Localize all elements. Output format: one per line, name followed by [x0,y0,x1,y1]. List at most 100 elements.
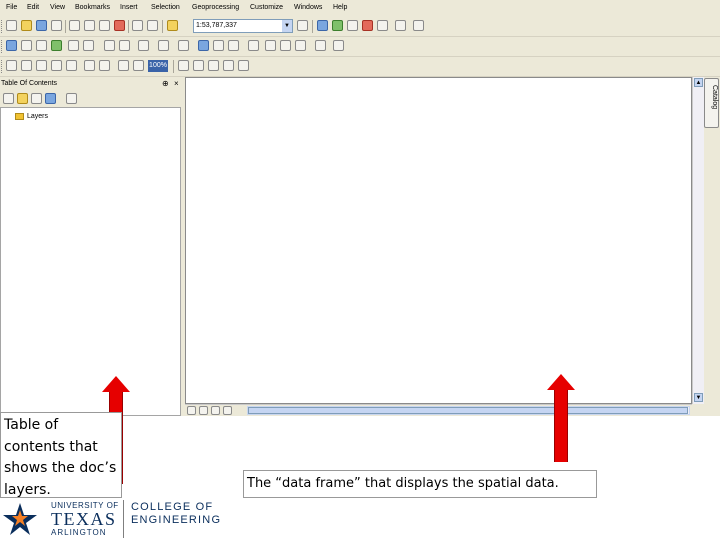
find-icon[interactable] [248,40,259,51]
measure-icon[interactable] [265,40,276,51]
find-route-icon[interactable] [280,40,291,51]
zoom-out-icon[interactable] [21,40,32,51]
list-by-source-icon[interactable] [17,93,28,104]
data-driven-pages-icon[interactable] [238,60,249,71]
zoom-in-icon[interactable] [6,40,17,51]
horizontal-scrollbar[interactable] [247,406,690,415]
delete-icon[interactable] [114,20,125,31]
list-by-drawing-order-icon[interactable] [3,93,14,104]
focus-data-frame-icon[interactable] [208,60,219,71]
new-document-icon[interactable] [6,20,17,31]
select-features-icon[interactable] [138,40,149,51]
cut-icon[interactable] [69,20,80,31]
add-data-icon[interactable] [167,20,178,31]
horizontal-scroll-thumb[interactable] [248,407,688,414]
print-icon[interactable] [51,20,62,31]
data-frame[interactable] [185,77,692,404]
layout-zoom-in-icon[interactable] [6,60,17,71]
catalog-window-icon[interactable] [332,20,343,31]
toc-panel: Layers [0,107,181,416]
tools-toolbar [0,37,720,57]
save-icon[interactable] [36,20,47,31]
scroll-down-icon[interactable]: ▼ [694,393,703,402]
menu-selection[interactable]: Selection [151,4,180,11]
zoom-dropdown-icon[interactable] [178,60,189,71]
fixed-zoom-out-icon[interactable] [83,40,94,51]
select-elements-icon[interactable] [178,40,189,51]
map-scale-value: 1:53,787,337 [196,22,237,29]
arctoolbox-icon[interactable] [362,20,373,31]
search-window-icon[interactable] [347,20,358,31]
undo-icon[interactable] [132,20,143,31]
texas-text: TEXAS [51,509,117,529]
college-of-engineering: COLLEGE OF ENGINEERING [131,501,221,527]
open-icon[interactable] [21,20,32,31]
zoom-whole-page-icon[interactable] [51,60,62,71]
arcmap-window: File Edit View Bookmarks Insert Selectio… [0,0,720,416]
hyperlink-icon[interactable] [213,40,224,51]
identify-icon[interactable] [198,40,209,51]
chevron-down-icon[interactable]: ▼ [282,20,292,32]
menu-customize[interactable]: Customize [250,4,283,11]
model-builder-icon[interactable] [395,20,406,31]
data-view-icon[interactable] [187,406,196,415]
menu-bookmarks[interactable]: Bookmarks [75,4,110,11]
go-to-xy-icon[interactable] [295,40,306,51]
menu-view[interactable]: View [50,4,65,11]
time-slider-icon[interactable] [315,40,326,51]
toc-options-icon[interactable] [66,93,77,104]
refresh-icon[interactable] [211,406,220,415]
fixed-zoom-in-layout-icon[interactable] [84,60,95,71]
menu-help[interactable]: Help [333,4,347,11]
next-extent-layout-icon[interactable] [133,60,144,71]
redo-icon[interactable] [147,20,158,31]
menu-file[interactable]: File [6,4,17,11]
layout-view-icon[interactable] [199,406,208,415]
help-icon[interactable] [413,20,424,31]
fixed-zoom-in-icon[interactable] [68,40,79,51]
forward-icon[interactable] [119,40,130,51]
html-popup-icon[interactable] [228,40,239,51]
table-icon[interactable] [317,20,328,31]
toc-header: Table Of Contents ⊕ × [0,78,183,90]
editor-toolbar-icon[interactable] [297,20,308,31]
previous-extent-layout-icon[interactable] [118,60,129,71]
pause-drawing-icon[interactable] [223,406,232,415]
full-extent-icon[interactable] [51,40,62,51]
menu-edit[interactable]: Edit [27,4,39,11]
standard-toolbar: 1:53,787,337 ▼ [0,17,720,37]
toc-toolbar [0,90,183,107]
scroll-up-icon[interactable]: ▲ [694,78,703,87]
layers-label: Layers [27,113,49,120]
viewer-window-icon[interactable] [333,40,344,51]
copy-icon[interactable] [84,20,95,31]
menu-geoprocessing[interactable]: Geoprocessing [192,4,239,11]
python-window-icon[interactable] [377,20,388,31]
fixed-zoom-out-layout-icon[interactable] [99,60,110,71]
map-scale-combo[interactable]: 1:53,787,337 ▼ [193,19,293,33]
menu-windows[interactable]: Windows [294,4,322,11]
toolbar-grip[interactable] [1,20,5,33]
toolbar-grip[interactable] [1,60,5,73]
close-icon[interactable]: × [174,79,179,88]
zoom-percent-box[interactable]: 100% [148,60,168,72]
clear-selection-icon[interactable] [158,40,169,51]
back-icon[interactable] [104,40,115,51]
catalog-tab[interactable]: Catalog [704,78,719,128]
layout-zoom-out-icon[interactable] [21,60,32,71]
pin-icon[interactable]: ⊕ [162,79,169,88]
pan-icon[interactable] [36,40,47,51]
toolbar-grip[interactable] [1,40,5,53]
paste-icon[interactable] [99,20,110,31]
list-by-selection-icon[interactable] [45,93,56,104]
zoom-100-icon[interactable] [66,60,77,71]
separator [162,20,163,33]
layout-toolbar: 100% [0,57,720,77]
change-layout-icon[interactable] [223,60,234,71]
vertical-scrollbar[interactable]: ▲ ▼ [692,77,704,404]
menu-insert[interactable]: Insert [120,4,138,11]
list-by-visibility-icon[interactable] [31,93,42,104]
layout-pan-icon[interactable] [36,60,47,71]
toggle-draft-mode-icon[interactable] [193,60,204,71]
layers-node[interactable]: Layers [15,113,48,120]
